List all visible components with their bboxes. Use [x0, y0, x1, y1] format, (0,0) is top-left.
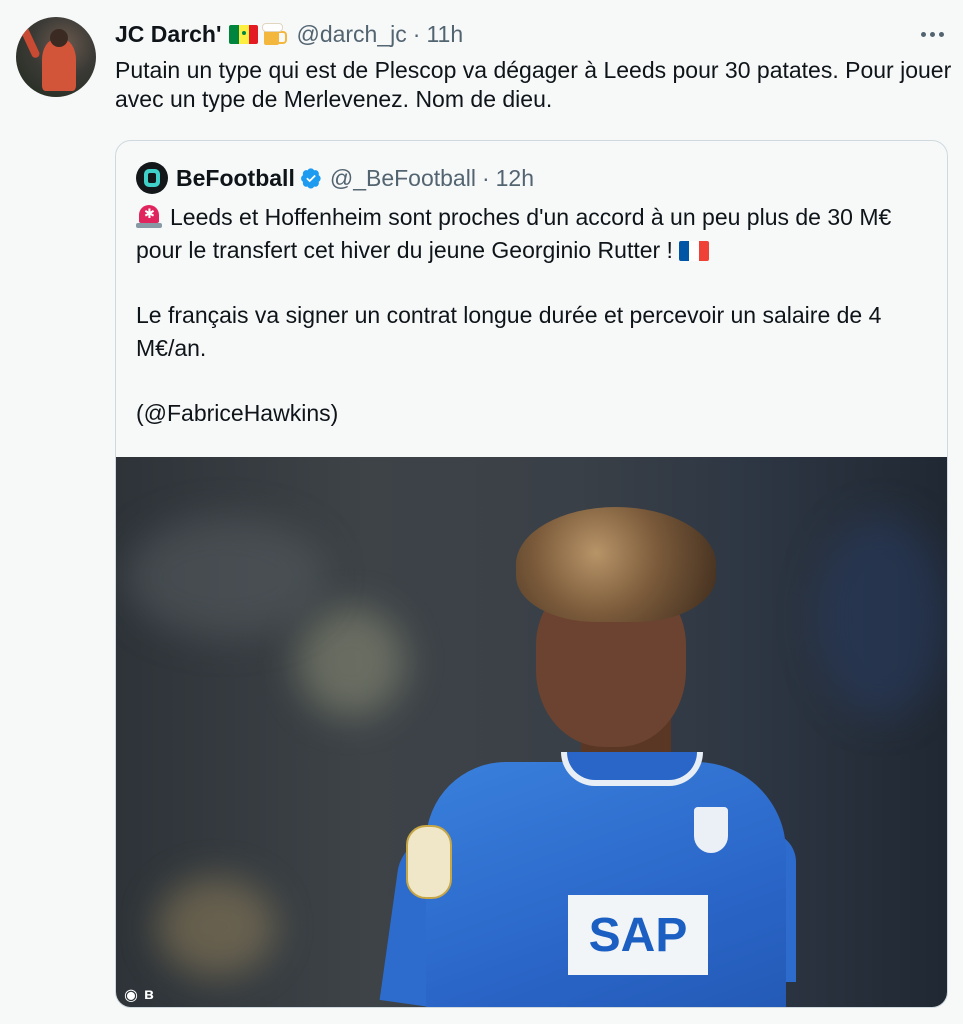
quoted-header-separator: · [481, 164, 490, 191]
tweet-timestamp[interactable]: 11h [426, 21, 463, 48]
tweet-header: JC Darch' @darch_jc · 11h [115, 18, 463, 50]
player-photo[interactable]: SAP ◉ ʙ [116, 457, 947, 1007]
quoted-author-name[interactable]: BeFootball [176, 165, 295, 192]
quoted-tweet-card[interactable]: BeFootball @_BeFootball · 12h ✱ Leeds et … [115, 140, 948, 1008]
photo-watermark: ◉ ʙ [124, 985, 154, 1005]
befootball-logo-icon: ʙ [143, 986, 154, 1003]
quoted-timestamp[interactable]: 12h [496, 165, 534, 192]
player-figure: SAP [379, 507, 796, 1007]
more-options-icon[interactable] [916, 24, 948, 44]
quoted-paragraph-3: (@FabriceHawkins) [136, 400, 339, 426]
avatar-head [50, 29, 68, 47]
quoted-paragraph-1: ✱ Leeds et Hoffenheim sont proches d'un a… [136, 201, 936, 267]
quoted-author-handle[interactable]: @_BeFootball [330, 165, 476, 192]
cup-badge-icon [406, 825, 452, 899]
police-light-icon: ✱ [136, 203, 162, 229]
verified-badge-icon [300, 168, 321, 189]
header-separator: · [412, 20, 421, 47]
tweet-text: Putain un type qui est de Plescop va dég… [115, 57, 952, 112]
club-crest-icon [694, 807, 728, 853]
author-avatar[interactable] [16, 17, 96, 97]
sponsor-logo: SAP [568, 895, 708, 975]
avatar-arm [19, 24, 41, 60]
author-name[interactable]: JC Darch' [115, 21, 221, 48]
befootball-avatar[interactable] [136, 162, 168, 194]
quoted-tweet-header: BeFootball @_BeFootball · 12h [136, 162, 534, 194]
quoted-paragraph-1-text: Leeds et Hoffenheim sont proches d'un ac… [136, 204, 892, 263]
senegal-flag-icon [229, 24, 259, 44]
camera-icon: ◉ [124, 987, 138, 1004]
quoted-tweet-text: ✱ Leeds et Hoffenheim sont proches d'un a… [136, 201, 936, 430]
author-handle[interactable]: @darch_jc [296, 21, 406, 48]
beer-mug-icon [262, 22, 288, 46]
france-flag-icon [678, 241, 709, 261]
quoted-paragraph-2: Le français va signer un contrat longue … [136, 302, 882, 361]
